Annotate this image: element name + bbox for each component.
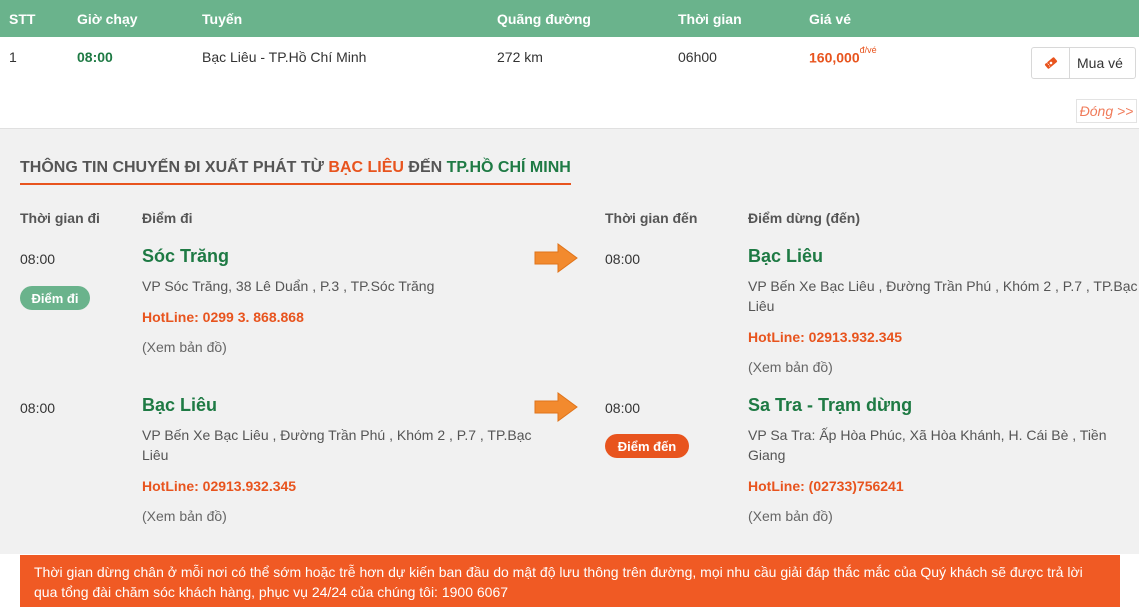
buy-ticket-button[interactable]: Mua vé xyxy=(1031,47,1136,79)
price-value: 160,000 xyxy=(809,49,860,66)
arrow-right-icon xyxy=(534,243,578,273)
row-distance: 272 km xyxy=(497,49,543,65)
header-depart-time: Giờ chạy xyxy=(77,11,138,27)
segment-1-depart-time: 08:00 xyxy=(20,251,56,267)
row-duration: 06h00 xyxy=(678,49,717,65)
segment-2-arrive-map-link[interactable]: (Xem bản đồ) xyxy=(748,508,833,524)
segment-1-arrive-address: VP Bến Xe Bạc Liêu , Đường Trần Phú , Kh… xyxy=(748,278,1138,314)
segment-2-depart-address: VP Bến Xe Bạc Liêu , Đường Trần Phú , Kh… xyxy=(142,427,532,463)
ticket-icon xyxy=(1032,48,1070,78)
segment-2-depart-name: Bạc Liêu xyxy=(142,395,218,415)
col-depart-point: Điểm đi xyxy=(142,210,193,226)
segment-2-arrive-address: VP Sa Tra: Ấp Hòa Phúc, Xã Hòa Khánh, H.… xyxy=(748,427,1107,463)
title-from: BẠC LIÊU xyxy=(328,159,404,176)
header-price: Giá vé xyxy=(809,11,852,27)
segment-1-depart-map-link[interactable]: (Xem bản đồ) xyxy=(142,339,227,355)
table-header: STT Giờ chạy Tuyến Quãng đường Thời gian… xyxy=(0,0,1139,37)
segment-2-depart-map-link[interactable]: (Xem bản đồ) xyxy=(142,508,227,524)
depart-badge: Điểm đi xyxy=(20,286,90,310)
segment-1-depart-name: Sóc Trăng xyxy=(142,246,230,266)
title-to: TP.HỒ CHÍ MINH xyxy=(446,159,571,176)
segment-2-arrive-hotline: HotLine: (02733)756241 xyxy=(748,478,904,494)
col-depart-time: Thời gian đi xyxy=(20,210,100,226)
table-row: 1 08:00 Bạc Liêu - TP.Hồ Chí Minh 272 km… xyxy=(0,37,1139,128)
section-title: THÔNG TIN CHUYẾN ĐI XUẤT PHÁT TỪ BẠC LIÊ… xyxy=(20,159,571,185)
arrow-right-icon xyxy=(534,392,578,422)
segment-2-depart-time: 08:00 xyxy=(20,400,56,416)
segment-2-arrive-name: Sa Tra - Trạm dừng xyxy=(748,395,913,415)
segment-1-arrive-map-link[interactable]: (Xem bản đồ) xyxy=(748,359,833,375)
segment-1-arrive-name: Bạc Liêu xyxy=(748,246,824,266)
row-depart-time: 08:00 xyxy=(77,49,113,65)
col-arrive-time: Thời gian đến xyxy=(605,210,698,226)
row-stt: 1 xyxy=(9,49,17,65)
col-arrive-point: Điểm dừng (đến) xyxy=(748,210,861,226)
header-duration: Thời gian xyxy=(678,11,742,27)
notice-banner: Thời gian dừng chân ở mỗi nơi có thể sớm… xyxy=(20,555,1120,607)
row-price: 160,000đ/vé xyxy=(809,45,877,66)
segment-1-depart-address: VP Sóc Trăng, 38 Lê Duẩn , P.3 , TP.Sóc … xyxy=(142,278,435,294)
segment-1-arrive-time: 08:00 xyxy=(605,251,641,267)
title-prefix: THÔNG TIN CHUYẾN ĐI XUẤT PHÁT TỪ xyxy=(20,159,324,176)
segment-2-arrive-time: 08:00 xyxy=(605,400,641,416)
trip-details-panel: THÔNG TIN CHUYẾN ĐI XUẤT PHÁT TỪ BẠC LIÊ… xyxy=(0,128,1139,554)
buy-ticket-label: Mua vé xyxy=(1077,55,1123,71)
arrive-badge: Điểm đến xyxy=(605,434,689,458)
close-details-link[interactable]: Đóng >> xyxy=(1076,99,1137,123)
price-unit: đ/vé xyxy=(859,45,877,55)
segment-1-depart-hotline: HotLine: 0299 3. 868.868 xyxy=(142,309,304,325)
title-mid: ĐẾN xyxy=(408,159,443,176)
row-route: Bạc Liêu - TP.Hồ Chí Minh xyxy=(202,49,367,65)
header-route: Tuyến xyxy=(202,11,243,27)
header-stt: STT xyxy=(9,11,36,27)
header-distance: Quãng đường xyxy=(497,11,591,27)
segment-1-arrive-hotline: HotLine: 02913.932.345 xyxy=(748,329,903,345)
segment-2-depart-hotline: HotLine: 02913.932.345 xyxy=(142,478,297,494)
